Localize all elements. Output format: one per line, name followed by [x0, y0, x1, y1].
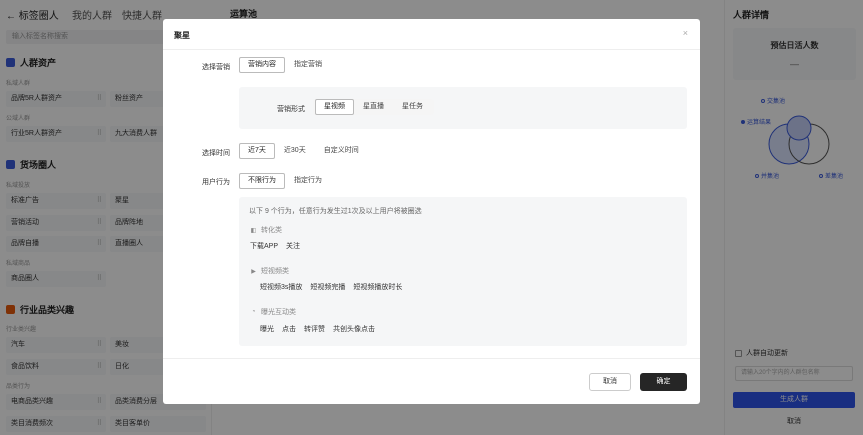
option-last-7-days[interactable]: 近7天 — [239, 143, 275, 159]
behavior-selector: 不限行为 指定行为 — [239, 173, 331, 189]
cancel-button[interactable]: 取消 — [589, 373, 631, 391]
behavior-item: 短视频播放时长 — [353, 284, 403, 291]
group-short-video: ▶ 短视频类 — [251, 268, 289, 275]
option-star-live[interactable]: 星直播 — [354, 99, 393, 115]
marketing-form-panel — [239, 87, 687, 129]
behavior-item: 共创头像点击 — [333, 326, 375, 333]
conversion-icon: ◧ — [250, 227, 257, 234]
time-selector: 近7天 近30天 自定义时间 — [239, 143, 368, 159]
behavior-item: 下载APP — [250, 243, 279, 250]
option-marketing-content[interactable]: 营销内容 — [239, 57, 285, 73]
behavior-item: 转评赞 — [304, 326, 325, 333]
marketing-form-selector: 星视频 星直播 星任务 — [313, 99, 434, 115]
short-video-items: 短视频3s播放 短视频完播 短视频播放时长 — [260, 282, 402, 292]
exposure-items: 曝光 点击 转评赞 共创头像点击 — [260, 324, 375, 334]
option-custom-time[interactable]: 自定义时间 — [315, 143, 368, 159]
behavior-description: 以下 9 个行为，任意行为发生过1次及以上用户将被圈选 — [249, 208, 422, 215]
modal-title: 聚星 — [174, 31, 190, 40]
conversion-items: 下载APP 关注 — [250, 241, 300, 251]
exposure-icon: ◔ — [251, 309, 256, 315]
group-conversion: ◧ 转化类 — [250, 227, 282, 234]
behavior-label: 用户行为 — [202, 179, 230, 186]
group-exposure: ◔ 曝光互动类 — [251, 309, 296, 316]
behavior-item: 短视频完播 — [310, 284, 346, 291]
video-icon: ▶ — [251, 268, 256, 275]
behavior-item: 短视频3s播放 — [260, 284, 303, 291]
close-icon[interactable]: × — [683, 28, 688, 38]
marketing-form-label: 营销形式 — [277, 106, 305, 113]
option-specified-behavior[interactable]: 指定行为 — [285, 173, 331, 189]
time-label: 选择时间 — [202, 150, 230, 157]
confirm-button[interactable]: 确定 — [640, 373, 687, 391]
option-any-behavior[interactable]: 不限行为 — [239, 173, 285, 189]
marketing-label: 选择营销 — [202, 64, 230, 71]
option-last-30-days[interactable]: 近30天 — [275, 143, 315, 159]
behavior-item: 曝光 — [260, 326, 274, 333]
divider — [163, 358, 700, 359]
divider — [163, 49, 700, 50]
option-star-video[interactable]: 星视频 — [315, 99, 354, 115]
behavior-item: 点击 — [282, 326, 296, 333]
option-star-task[interactable]: 星任务 — [393, 99, 432, 115]
behavior-item: 关注 — [286, 243, 301, 250]
juxing-modal: 聚星 × 选择营销 营销内容 指定营销 营销形式 星视频 星直播 星任务 选择时… — [163, 19, 700, 404]
marketing-selector: 营销内容 指定营销 — [239, 57, 331, 73]
option-specified-marketing[interactable]: 指定营销 — [285, 57, 331, 73]
